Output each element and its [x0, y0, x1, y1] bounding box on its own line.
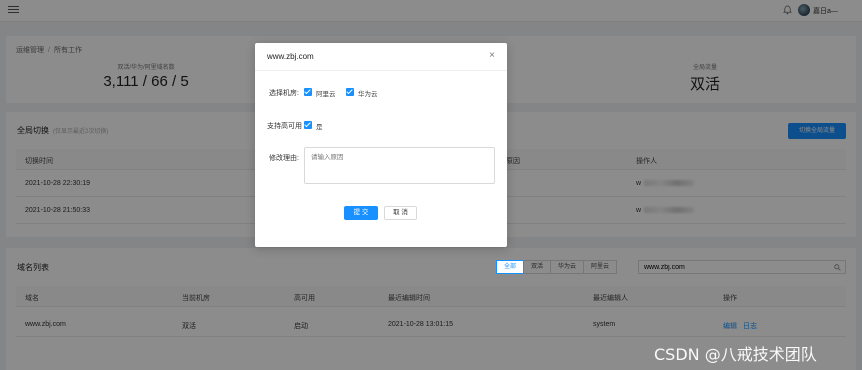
huawei-checkbox[interactable] [346, 88, 354, 96]
aliyun-checkbox-label[interactable]: 阿里云 [316, 88, 336, 98]
close-icon[interactable]: × [489, 51, 495, 61]
ha-checkbox-label[interactable]: 是 [316, 121, 323, 131]
aliyun-checkbox[interactable] [304, 88, 312, 96]
reason-label: 修改理由: [269, 155, 299, 162]
room-select-label: 选择机房: [269, 90, 299, 97]
csdn-watermark: CSDN @八戒技术团队 [654, 345, 817, 364]
filter-all-button[interactable]: 全部 [496, 260, 525, 274]
huawei-checkbox-label[interactable]: 华为云 [358, 88, 378, 98]
modal-title: www.zbj.com [267, 52, 314, 61]
reason-textarea[interactable] [304, 147, 495, 184]
edit-domain-modal: www.zbj.com × 选择机房: 阿里云 华为云 支持高可用 是 修改理由… [255, 43, 507, 247]
modal-header: www.zbj.com × [255, 43, 507, 71]
ha-label: 支持高可用 [267, 123, 302, 130]
ha-checkbox[interactable] [304, 121, 312, 129]
cancel-button[interactable]: 取 消 [384, 206, 417, 220]
submit-button[interactable]: 提 交 [344, 206, 378, 220]
